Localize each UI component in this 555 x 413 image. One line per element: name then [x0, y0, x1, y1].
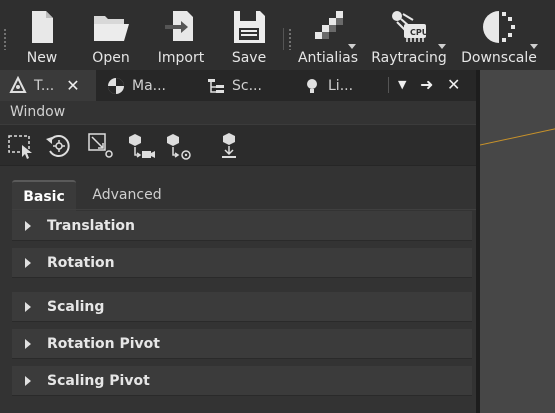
- toolbar-grip[interactable]: [3, 28, 7, 50]
- new-button[interactable]: New: [14, 4, 70, 68]
- tab-scene[interactable]: Sc...: [198, 70, 290, 101]
- tab-material[interactable]: Ma...: [98, 70, 194, 101]
- section-translation-label: Translation: [47, 217, 135, 234]
- new-label: New: [26, 50, 58, 66]
- new-file-icon: [32, 11, 53, 43]
- scene-icon: [208, 78, 224, 93]
- import-label: Import: [157, 50, 205, 66]
- open-button[interactable]: Open: [82, 4, 140, 68]
- tab-advanced[interactable]: Advanced: [82, 180, 172, 210]
- raytracing-button[interactable]: CPU Raytracing: [370, 4, 448, 68]
- section-rotation-pivot[interactable]: Rotation Pivot: [12, 329, 472, 359]
- floppy-disk-icon: [234, 11, 265, 43]
- select-frame-icon[interactable]: [6, 131, 36, 161]
- expand-arrow-icon: [25, 301, 31, 312]
- toolbar-separator: [283, 28, 284, 50]
- folder-open-icon: [94, 16, 129, 41]
- light-bulb-icon: [307, 78, 317, 93]
- raytracing-cpu-icon: [392, 11, 426, 42]
- tab-lights[interactable]: Li...: [294, 70, 380, 101]
- transform-subtabs: Basic Advanced: [0, 164, 476, 212]
- tab-lights-label: Li...: [328, 77, 354, 94]
- section-scaling-label: Scaling: [47, 298, 105, 315]
- section-scaling[interactable]: Scaling: [12, 292, 472, 322]
- raytracing-label: Raytracing: [371, 50, 447, 66]
- save-label: Save: [231, 50, 267, 66]
- downscale-dropdown-icon[interactable]: [530, 44, 538, 49]
- antialias-dropdown-icon[interactable]: [348, 44, 356, 49]
- section-rotation-label: Rotation: [47, 254, 115, 271]
- material-icon: [108, 77, 124, 94]
- raytracing-dropdown-icon[interactable]: [438, 44, 446, 49]
- tab-list-dropdown-icon[interactable]: ▼: [398, 78, 406, 91]
- open-label: Open: [92, 50, 130, 66]
- subtab-divider: [12, 209, 551, 210]
- scale-to-fit-icon[interactable]: [86, 131, 116, 161]
- toolbar-grip-2[interactable]: [288, 28, 292, 50]
- reset-rotation-icon[interactable]: [44, 131, 74, 161]
- 3d-viewport[interactable]: [476, 70, 555, 413]
- expand-arrow-icon: [25, 257, 31, 268]
- tab-advanced-label: Advanced: [92, 187, 162, 203]
- main-toolbar: New Open Import Save Antialias CPU Raytr…: [0, 0, 555, 71]
- antialias-label: Antialias: [297, 50, 359, 66]
- import-button[interactable]: Import: [152, 4, 210, 68]
- antialias-icon: [315, 11, 343, 39]
- move-to-target-icon[interactable]: [164, 131, 194, 161]
- cpu-badge: CPU: [410, 28, 429, 37]
- window-label: Window: [10, 104, 66, 120]
- downscale-button[interactable]: Downscale: [458, 4, 540, 68]
- tab-basic-label: Basic: [23, 189, 65, 205]
- viewport-grid-line: [480, 128, 555, 146]
- tab-transform[interactable]: T... ✕: [0, 70, 96, 101]
- import-icon: [165, 11, 193, 41]
- transform-tool-row: [0, 124, 476, 166]
- section-translation[interactable]: Translation: [12, 211, 472, 241]
- tab-scene-label: Sc...: [232, 77, 262, 94]
- tab-transform-label: T...: [34, 77, 55, 94]
- expand-arrow-icon: [25, 338, 31, 349]
- close-icon[interactable]: ✕: [66, 76, 79, 95]
- section-rotation-pivot-label: Rotation Pivot: [47, 335, 160, 352]
- move-to-camera-icon[interactable]: [126, 131, 156, 161]
- antialias-button[interactable]: Antialias: [295, 4, 361, 68]
- undock-arrow-icon[interactable]: ➜: [420, 75, 433, 94]
- expand-arrow-icon: [25, 375, 31, 386]
- section-scaling-pivot-label: Scaling Pivot: [47, 372, 150, 389]
- section-rotation[interactable]: Rotation: [12, 248, 472, 278]
- close-panel-icon[interactable]: ✕: [447, 75, 460, 94]
- tab-material-label: Ma...: [132, 77, 167, 94]
- tab-basic[interactable]: Basic: [12, 180, 76, 212]
- section-scaling-pivot[interactable]: Scaling Pivot: [12, 366, 472, 396]
- transform-icon: [9, 75, 27, 93]
- downscale-label: Downscale: [461, 50, 537, 66]
- expand-arrow-icon: [25, 220, 31, 231]
- downscale-icon: [483, 11, 515, 43]
- save-button[interactable]: Save: [222, 4, 276, 68]
- drop-to-floor-icon[interactable]: [214, 131, 244, 161]
- tab-separator: [388, 77, 389, 93]
